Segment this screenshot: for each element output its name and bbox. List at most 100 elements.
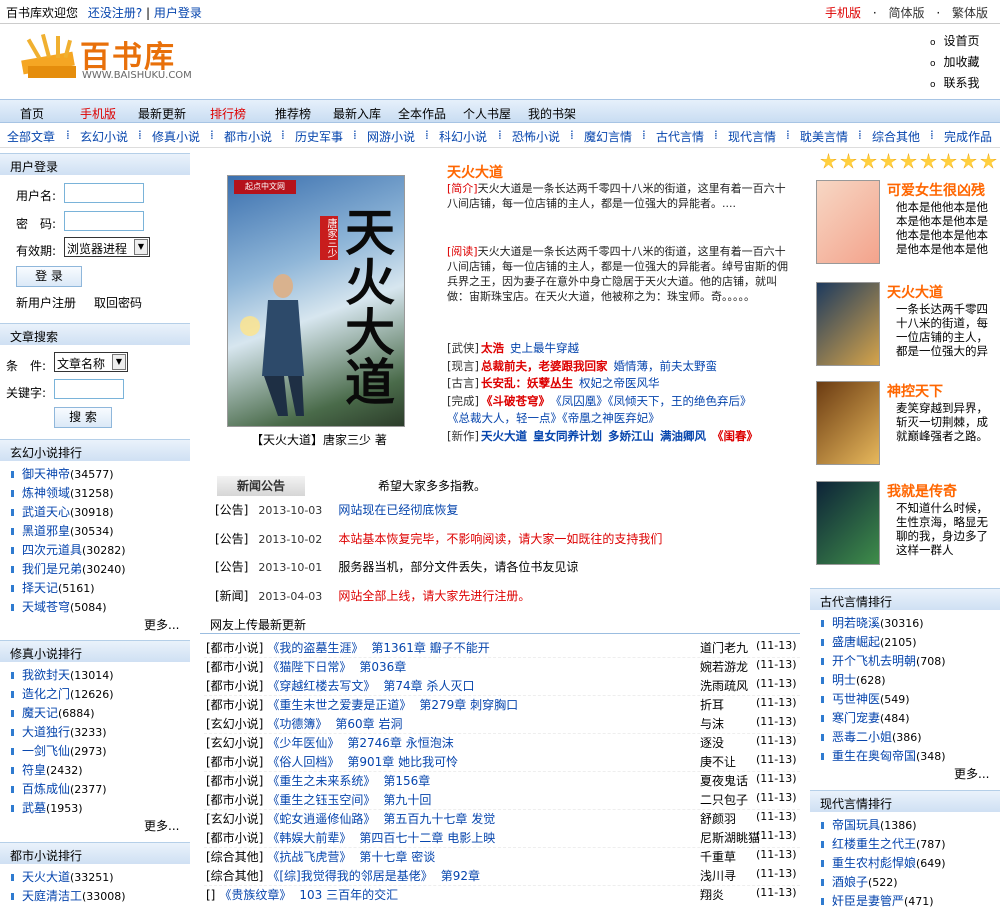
nav-home[interactable]: 首页 <box>20 105 44 122</box>
book-link[interactable]: 满油卿风 <box>660 429 706 443</box>
book-link[interactable]: 《凤囚凰》《凤倾天下，王的绝色弃后》 <box>556 394 752 408</box>
book-link[interactable]: 帝国玩具 <box>832 818 880 832</box>
featured-title[interactable]: 天火大道 <box>447 162 503 182</box>
mobile-version-link[interactable]: 手机版 <box>825 6 861 20</box>
book-link[interactable]: 魔天记 <box>22 706 58 720</box>
book-link[interactable]: 百炼成仙 <box>22 782 70 796</box>
list-item[interactable]: 帝国玩具(1386) <box>810 816 1000 835</box>
book-cover-image[interactable] <box>816 381 880 465</box>
chapter-link[interactable]: 第901章 她比我可怜 <box>347 755 458 769</box>
book-title-link[interactable]: 《重生之未来系统》 <box>267 774 375 788</box>
list-item[interactable]: 御天神帝(34577) <box>0 465 190 484</box>
login-link[interactable]: 用户登录 <box>154 6 202 20</box>
username-input[interactable] <box>64 183 144 203</box>
nav-ranking[interactable]: 排行榜 <box>210 105 246 122</box>
password-input[interactable] <box>64 211 144 231</box>
book-title-link[interactable]: 《重生之钰玉空间》 <box>267 793 375 807</box>
list-item[interactable]: 一剑飞仙(2973) <box>0 742 190 761</box>
list-item[interactable]: 盛唐崛起(2105) <box>810 633 1000 652</box>
book-link[interactable]: 恶毒二小姐 <box>832 730 892 744</box>
more-link[interactable]: 更多... <box>144 817 179 834</box>
news-link[interactable]: 服务器当机，部分文件丢失，请各位书友见谅 <box>338 560 578 574</box>
traditional-link[interactable]: 繁体版 <box>952 6 988 20</box>
book-link[interactable]: 天火大道 <box>481 429 527 443</box>
book-link[interactable]: 造化之门 <box>22 687 70 701</box>
search-button[interactable]: 搜 索 <box>54 407 112 428</box>
chapter-link[interactable]: 第92章 <box>441 869 480 883</box>
book-link[interactable]: 太浩 <box>481 341 504 355</box>
list-item[interactable]: 重生农村彪悍娘(649) <box>810 854 1000 873</box>
cat-xiuzhen[interactable]: 修真小说 <box>152 128 200 145</box>
list-item[interactable]: 造化之门(12626) <box>0 685 190 704</box>
book-link[interactable]: 重生在奥匈帝国 <box>832 749 916 763</box>
list-item[interactable]: 百炼成仙(2377) <box>0 780 190 799</box>
list-item[interactable]: 明士(628) <box>810 671 1000 690</box>
book-link[interactable]: 天庭清洁工 <box>22 889 82 903</box>
list-item[interactable]: 黑道邪皇(30534) <box>0 522 190 541</box>
book-link[interactable]: 天域苍穹 <box>22 600 70 614</box>
list-item[interactable]: 我们是兄弟(30240) <box>0 560 190 579</box>
book-link[interactable]: 我们是兄弟 <box>22 562 82 576</box>
book-link[interactable]: 《斗破苍穹》 <box>481 394 550 408</box>
book-link[interactable]: 奸臣是妻管严 <box>832 894 904 908</box>
book-link[interactable]: 史上最牛穿越 <box>510 341 579 355</box>
chapter-link[interactable]: 第五百九十七章 发觉 <box>383 812 495 826</box>
book-link[interactable]: 寒门宠妻 <box>832 711 880 725</box>
list-item[interactable]: 择天记(5161) <box>0 579 190 598</box>
register-link[interactable]: 还没注册? <box>88 6 142 20</box>
cat-danmei[interactable]: 耽美言情 <box>800 128 848 145</box>
book-title-link[interactable]: 《[综]我觉得我的邻居是基佬》 <box>267 869 432 883</box>
book-cover-image[interactable] <box>816 481 880 565</box>
news-link[interactable]: 本站基本恢复完毕，不影响阅读，请大家一如既往的支持我们 <box>338 532 662 546</box>
add-favorite-link[interactable]: 加收藏 <box>930 53 980 74</box>
book-link[interactable]: 御天神帝 <box>22 467 70 481</box>
book-link[interactable]: 武道天心 <box>22 505 70 519</box>
book-link[interactable]: 大道独行 <box>22 725 70 739</box>
login-button[interactable]: 登 录 <box>16 266 82 287</box>
book-title-link[interactable]: 《贵族纹章》 <box>219 888 291 902</box>
list-item[interactable]: 寒门宠妻(484) <box>810 709 1000 728</box>
book-link[interactable]: 丐世神医 <box>832 692 880 706</box>
cat-xuanhuan[interactable]: 玄幻小说 <box>80 128 128 145</box>
book-title-link[interactable]: 《抗战飞虎营》 <box>267 850 351 864</box>
book-title-link[interactable]: 《蛇女逍遥修仙路》 <box>267 812 375 826</box>
book-link[interactable]: 武墓 <box>22 801 46 815</box>
nav-recommend[interactable]: 推荐榜 <box>275 105 311 122</box>
chapter-link[interactable]: 第036章 <box>359 660 406 674</box>
cat-ancient-romance[interactable]: 古代言情 <box>656 128 704 145</box>
list-item[interactable]: 天庭清洁工(33008) <box>0 887 190 906</box>
nav-mobile[interactable]: 手机版 <box>80 105 116 122</box>
list-item[interactable]: 重生在奥匈帝国(348) <box>810 747 1000 766</box>
list-item[interactable]: 天火大道(33251) <box>0 868 190 887</box>
rec-title[interactable]: 我就是传奇 <box>887 481 957 501</box>
chapter-link[interactable]: 第279章 刺穿胸口 <box>419 698 518 712</box>
chapter-link[interactable]: 第四百七十二章 电影上映 <box>359 831 495 845</box>
chapter-link[interactable]: 103 三百年的交汇 <box>299 888 398 902</box>
list-item[interactable]: 符皇(2432) <box>0 761 190 780</box>
news-link[interactable]: 网站全部上线，请大家先进行注册。 <box>338 589 530 603</box>
book-title-link[interactable]: 《重生末世之爱妻是正道》 <box>267 698 411 712</box>
featured-cover-image[interactable]: 起点中文网 天火大道 唐家三少 <box>227 175 405 427</box>
chapter-link[interactable]: 第九十回 <box>383 793 431 807</box>
chapter-link[interactable]: 第74章 杀人灭口 <box>383 679 474 693</box>
more-link[interactable]: 更多... <box>954 765 989 782</box>
contact-link[interactable]: 联系我 <box>930 74 980 95</box>
list-item[interactable]: 四次元道具(30282) <box>0 541 190 560</box>
cat-online-game[interactable]: 网游小说 <box>367 128 415 145</box>
cat-finished[interactable]: 完成作品 <box>944 128 992 145</box>
cat-fantasy-romance[interactable]: 魔幻言情 <box>584 128 632 145</box>
book-link[interactable]: 多娇江山 <box>608 429 654 443</box>
cat-scifi[interactable]: 科幻小说 <box>439 128 487 145</box>
book-link[interactable]: 长安乱：妖孽丛生 <box>481 376 573 390</box>
book-link[interactable]: 总裁前夫，老婆跟我回家 <box>481 359 608 373</box>
rec-title[interactable]: 神控天下 <box>887 381 943 401</box>
list-item[interactable]: 炼神领域(31258) <box>0 484 190 503</box>
news-link[interactable]: 网站现在已经彻底恢复 <box>338 503 458 517</box>
book-cover-image[interactable] <box>816 180 880 264</box>
book-link[interactable]: 四次元道具 <box>22 543 82 557</box>
cat-history[interactable]: 历史军事 <box>295 128 343 145</box>
book-link[interactable]: 酒娘子 <box>832 875 868 889</box>
expire-select[interactable]: 浏览器进程 ▼ <box>64 237 150 257</box>
book-link[interactable]: 符皇 <box>22 763 46 777</box>
book-title-link[interactable]: 《功德簿》 <box>267 717 327 731</box>
